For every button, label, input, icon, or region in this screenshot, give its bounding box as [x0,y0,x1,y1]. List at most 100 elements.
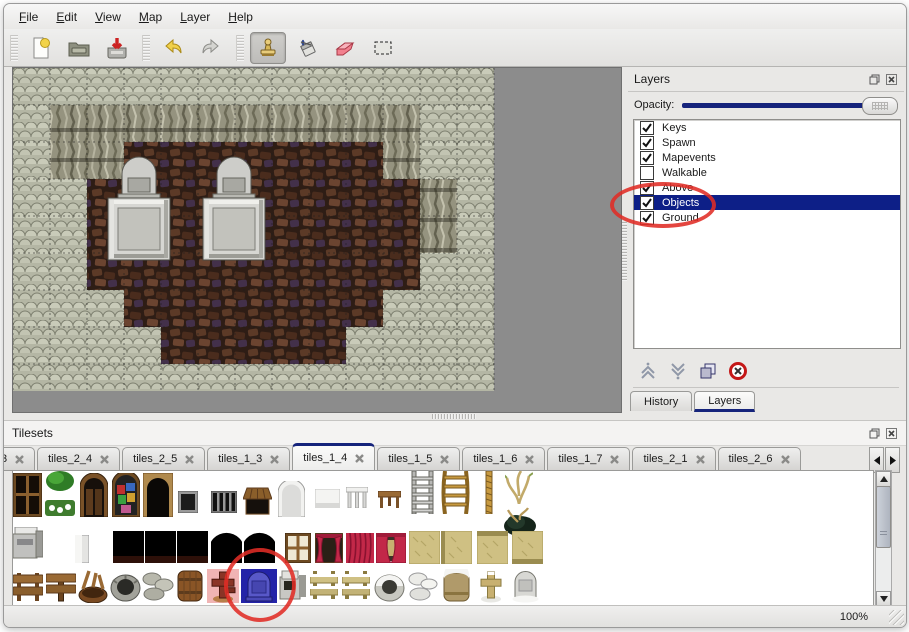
tileset-tab-tiles_2_1[interactable]: tiles_2_1 [632,447,715,471]
close-icon[interactable] [885,73,898,86]
layer-checkbox[interactable] [640,136,654,150]
tile-stones-snow[interactable] [408,569,438,603]
tile-window-small[interactable] [178,491,198,513]
layer-checkbox[interactable] [640,181,654,195]
duplicate-layer-icon[interactable] [693,358,723,384]
tile-well-snow[interactable] [374,569,405,603]
tile-khaki2[interactable] [441,531,472,564]
tile-arch-dark[interactable] [143,473,173,517]
tileset-scrollbar[interactable] [875,470,892,608]
horizontal-splitter[interactable] [4,412,906,420]
tile-shelf-white[interactable] [346,487,368,508]
tile-cross-snow[interactable] [476,569,506,603]
tileset-tab-tiles_1_4[interactable]: tiles_1_4 [292,443,375,471]
menu-file[interactable]: File [10,7,47,27]
opacity-slider[interactable] [682,97,898,113]
tile-bench-snow[interactable] [342,569,370,603]
tile-arch-black[interactable] [211,531,242,563]
layer-row-walkable[interactable]: Walkable [634,165,900,180]
menu-help[interactable]: Help [219,7,262,27]
map-canvas[interactable] [12,67,622,413]
tile-ladder-gold[interactable] [441,471,470,514]
tab-close-icon[interactable] [15,455,24,464]
menu-edit[interactable]: Edit [47,7,86,27]
opacity-slider-handle[interactable] [862,97,898,115]
tile-rope-gold[interactable] [485,471,493,514]
open-folder-icon[interactable] [62,33,96,63]
tile-bench-snow[interactable] [310,569,338,603]
tile-tile-black[interactable] [177,531,208,563]
move-layer-down-icon[interactable] [663,358,693,384]
layer-row-objects[interactable]: Objects [634,195,900,210]
float-icon[interactable] [868,73,881,86]
layer-row-mapevents[interactable]: Mapevents [634,150,900,165]
tile-khaki4[interactable] [512,531,543,564]
tab-close-icon[interactable] [610,455,619,464]
undo-icon[interactable] [156,33,190,63]
close-icon[interactable] [885,427,898,440]
tab-history[interactable]: History [630,391,692,411]
tile-arch-white[interactable] [278,481,305,517]
tile-sign[interactable] [46,569,76,603]
fill-tool-icon[interactable] [290,33,324,63]
tile-curtain2[interactable] [376,533,406,563]
tab-close-icon[interactable] [270,455,279,464]
float-icon[interactable] [868,427,881,440]
tile-window-bars[interactable] [211,491,237,513]
tile-ladder-silver[interactable] [410,471,435,514]
tile-window-awning[interactable] [243,486,272,515]
tile-door-brown[interactable] [80,473,108,517]
tileset-content[interactable] [12,470,874,606]
tab-close-icon[interactable] [525,455,534,464]
tile-hatch[interactable] [279,569,307,603]
scrollbar-thumb[interactable] [876,486,891,548]
tile-well[interactable] [110,569,141,603]
layer-checkbox[interactable] [640,211,654,225]
tile-plant-roots[interactable] [505,471,533,504]
layer-row-above[interactable]: Above [634,180,900,195]
tileset-tab-tiles_1_3[interactable]: tiles_1_3 [207,447,290,471]
tab-close-icon[interactable] [440,455,449,464]
layer-checkbox[interactable] [640,151,654,165]
tileset-tab-tiles_1_6[interactable]: tiles_1_6 [462,447,545,471]
tileset-tab-tiles_2_5[interactable]: tiles_2_5 [122,447,205,471]
redo-icon[interactable] [194,33,228,63]
tile-stones[interactable] [142,569,174,603]
tab-close-icon[interactable] [100,455,109,464]
tile-khaki[interactable] [409,531,440,564]
layer-row-spawn[interactable]: Spawn [634,135,900,150]
tile-curtain-window[interactable] [315,533,343,563]
vertical-splitter[interactable] [621,67,628,412]
menu-layer[interactable]: Layer [171,7,219,27]
tileset-tab-tiles_2_4[interactable]: tiles_2_4 [37,447,120,471]
scroll-up-icon[interactable] [876,471,891,487]
layer-checkbox[interactable] [640,121,654,135]
tile-window-brown[interactable] [13,473,42,517]
tab-close-icon[interactable] [781,455,790,464]
layer-row-ground[interactable]: Ground [634,210,900,225]
tile-window-stained[interactable] [112,473,140,517]
layer-checkbox[interactable] [640,166,654,180]
tile-barrel-broken[interactable] [77,569,109,603]
move-layer-up-icon[interactable] [633,358,663,384]
tile-sign2[interactable] [13,569,43,603]
tileset-tab-tiles_1_5[interactable]: tiles_1_5 [377,447,460,471]
tile-tile-black[interactable] [113,531,144,563]
tile-tile-black[interactable] [145,531,176,563]
tile-tile-white[interactable] [315,489,340,508]
tile-arch-black[interactable] [244,531,275,563]
tab-layers[interactable]: Layers [694,391,755,412]
tab-close-icon[interactable] [696,455,705,464]
tile-barrel-snow[interactable] [441,569,472,603]
tile-table-brown[interactable] [378,491,401,508]
menu-map[interactable]: Map [130,7,171,27]
eraser-tool-icon[interactable] [328,33,362,63]
tile-curtain[interactable] [346,533,374,563]
tile-door-panel[interactable] [75,535,89,563]
tile-tombstone-snow[interactable] [510,569,541,603]
tileset-tab-tiles_1_7[interactable]: tiles_1_7 [547,447,630,471]
tile-window-brown2[interactable] [285,533,311,563]
new-file-icon[interactable] [24,33,58,63]
save-icon[interactable] [100,33,134,63]
resize-grip[interactable] [889,610,904,625]
